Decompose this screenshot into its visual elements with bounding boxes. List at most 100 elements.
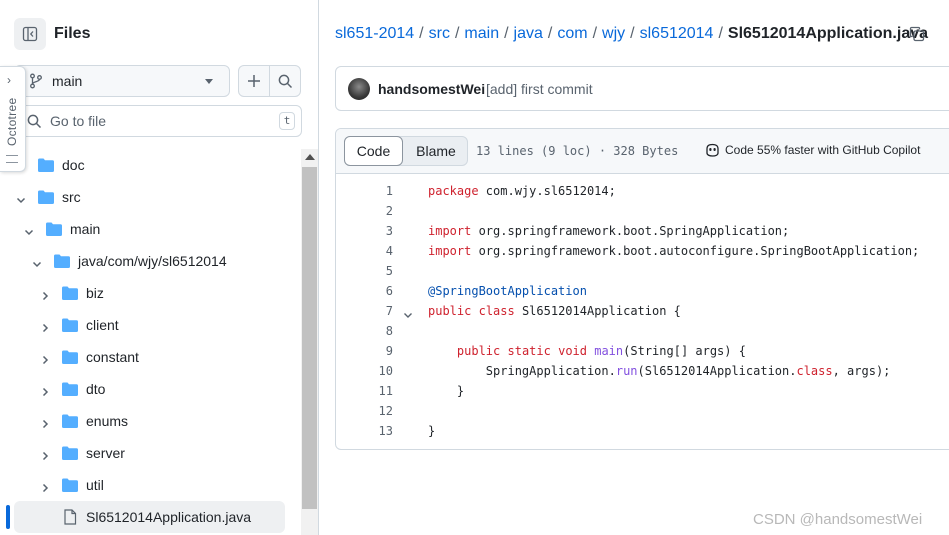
code-line: 8 [336, 321, 949, 341]
code-token: } [428, 424, 436, 438]
chevron-right-icon[interactable] [40, 416, 52, 429]
chevron-right-icon[interactable] [40, 352, 52, 365]
line-number[interactable]: 11 [336, 381, 393, 401]
plus-icon [248, 75, 260, 87]
code-line: 2 [336, 201, 949, 221]
code-token: public [428, 304, 472, 318]
folder-icon [53, 253, 71, 274]
code-text: } [428, 421, 435, 441]
code-line: 13} [336, 421, 949, 441]
code-line: 12 [336, 401, 949, 421]
breadcrumb-link-java[interactable]: java [514, 25, 543, 42]
folder-icon [37, 157, 55, 178]
tree-item-folder[interactable]: server [0, 437, 300, 469]
tree-item-file[interactable]: Sl6512014Application.java [0, 501, 300, 533]
tree-item-folder[interactable]: java/com/wjy/sl6512014 [0, 245, 300, 277]
chevron-right-icon[interactable] [40, 288, 52, 301]
branch-selector-button[interactable]: main [14, 65, 230, 97]
line-number[interactable]: 1 [336, 181, 393, 201]
code-line: 10 SpringApplication.run(Sl6512014Applic… [336, 361, 949, 381]
breadcrumb: sl651-2014/src / main / java / com / wjy / sl65120… [335, 25, 928, 43]
breadcrumb-link-wjy[interactable]: wjy [602, 25, 625, 42]
tree-item-folder[interactable]: constant [0, 341, 300, 373]
breadcrumb-link-com[interactable]: com [557, 25, 587, 42]
tree-item-folder[interactable]: src [0, 181, 300, 213]
tree-item-folder[interactable]: enums [0, 405, 300, 437]
code-line: 7 public class Sl6512014Application { [336, 301, 949, 321]
commit-message-link[interactable]: [add] first commit [486, 81, 593, 97]
chevron-down-icon[interactable] [16, 192, 28, 204]
breadcrumb-separator: / [592, 25, 598, 42]
tree-item-label: server [86, 445, 125, 461]
tab-blame[interactable]: Blame [407, 137, 465, 165]
search-button[interactable] [269, 65, 301, 97]
line-number[interactable]: 13 [336, 421, 393, 441]
breadcrumb-repo-link[interactable]: sl651-2014 [335, 25, 414, 42]
code-token: static [507, 344, 551, 358]
scrollbar-thumb[interactable] [302, 167, 317, 509]
chevron-right-icon[interactable] [40, 448, 52, 461]
copilot-promo-text: Code 55% faster with GitHub Copilot [725, 143, 921, 157]
tree-item-label: dto [86, 381, 106, 397]
code-text: } [428, 381, 464, 401]
chevron-down-icon[interactable] [24, 224, 36, 236]
line-number[interactable]: 5 [336, 261, 393, 281]
tree-item-label: doc [62, 157, 85, 173]
line-number[interactable]: 12 [336, 401, 393, 421]
tree-item-folder[interactable]: client [0, 309, 300, 341]
code-viewer-header: Code Blame 13 lines (9 loc) · 328 Bytes … [336, 129, 949, 174]
code-token: (Sl6512014Application. [637, 364, 797, 378]
tab-code[interactable]: Code [344, 136, 403, 166]
code-text: import org.springframework.boot.SpringAp… [428, 221, 789, 241]
line-number[interactable]: 2 [336, 201, 393, 221]
git-branch-icon [30, 73, 42, 89]
breadcrumb-link-package[interactable]: sl6512014 [640, 25, 714, 42]
line-number[interactable]: 4 [336, 241, 393, 261]
chevron-right-icon[interactable] [40, 384, 52, 397]
code-line: 1 package com.wjy.sl6512014; [336, 181, 949, 201]
code-token: class [478, 304, 515, 318]
scroll-up-arrow-icon[interactable] [305, 154, 315, 160]
line-number[interactable]: 7 [336, 301, 393, 321]
folder-icon [37, 189, 55, 210]
tree-item-label: biz [86, 285, 104, 301]
avatar[interactable] [348, 78, 370, 100]
tree-item-folder[interactable]: util [0, 469, 300, 501]
tree-item-folder[interactable]: dto [0, 373, 300, 405]
tree-item-folder[interactable]: main [0, 213, 300, 245]
chevron-down-icon[interactable] [32, 256, 44, 268]
line-number[interactable]: 3 [336, 221, 393, 241]
code-token: } [428, 384, 465, 398]
tree-item-label: enums [86, 413, 129, 429]
breadcrumb-link-src[interactable]: src [429, 25, 450, 42]
tree-item-folder[interactable]: biz [0, 277, 300, 309]
folder-icon [61, 413, 79, 434]
tree-item-folder[interactable]: doc [0, 149, 300, 181]
breadcrumb-separator: / [630, 25, 635, 42]
breadcrumb-link-main[interactable]: main [464, 25, 499, 42]
line-number[interactable]: 6 [336, 281, 393, 301]
collapse-sidebar-button[interactable] [14, 18, 46, 50]
file-icon [63, 509, 77, 530]
octotree-panel-toggle[interactable]: › Octotree [0, 66, 26, 172]
sidebar-scrollbar[interactable] [301, 149, 318, 535]
copilot-promo-link[interactable]: Code 55% faster with GitHub Copilot [705, 143, 920, 157]
code-token: import [428, 224, 472, 238]
chevron-right-icon[interactable] [40, 480, 52, 493]
line-number[interactable]: 8 [336, 321, 393, 341]
active-row-indicator [6, 505, 10, 529]
commit-author-link[interactable]: handsomestWei [378, 81, 485, 97]
add-file-button[interactable] [238, 65, 270, 97]
line-number[interactable]: 9 [336, 341, 393, 361]
chevron-right-icon[interactable] [40, 320, 52, 333]
copilot-icon [706, 143, 719, 157]
copy-path-icon[interactable] [909, 26, 925, 42]
go-to-file-input[interactable]: Go to file t [14, 105, 302, 137]
code-token: (String[] args) { [623, 344, 746, 358]
line-number[interactable]: 10 [336, 361, 393, 381]
tree-item-label: constant [86, 349, 139, 365]
menu-icon [6, 155, 18, 163]
